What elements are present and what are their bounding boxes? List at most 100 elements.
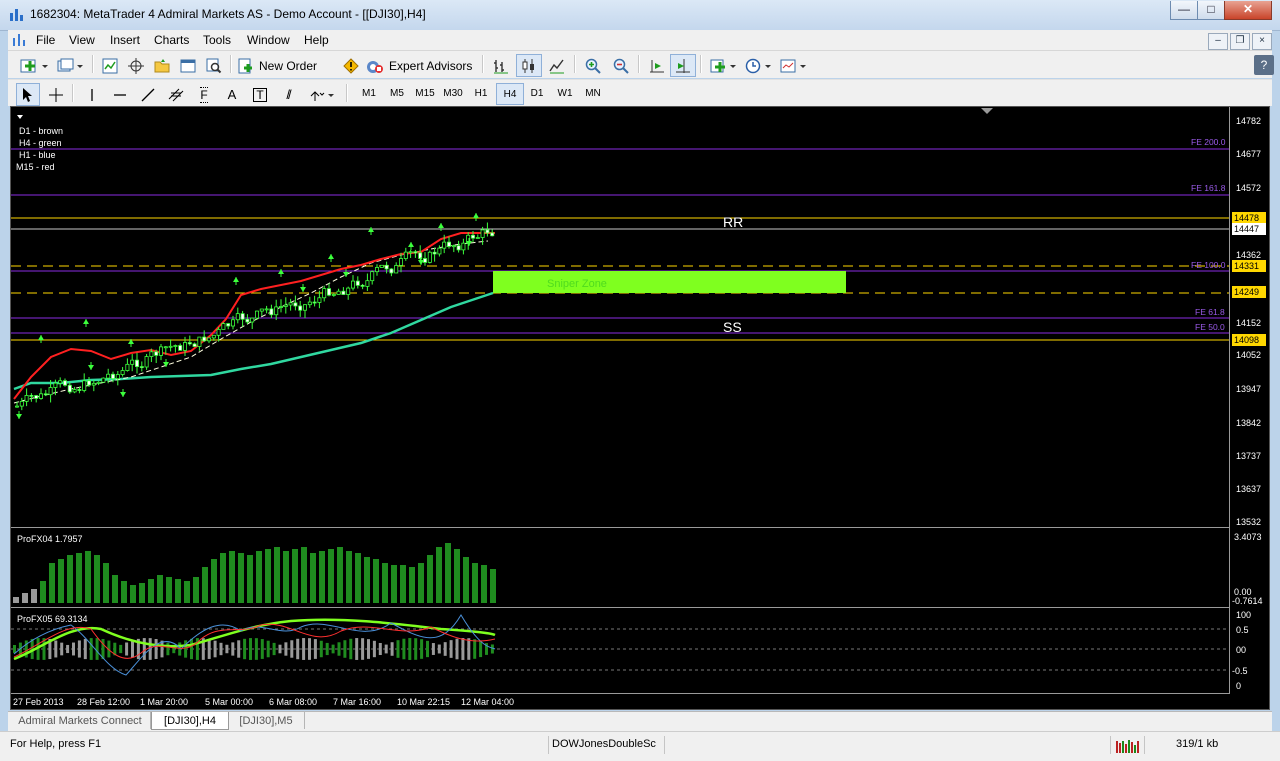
arrows-icon [310,90,334,101]
navigator-button[interactable] [150,54,174,77]
zoom-in-button[interactable] [580,54,606,77]
expert-advisors-button[interactable]: Expert Advisors [364,54,478,77]
timeframe-h1[interactable]: H1 [468,83,494,103]
new-chart-button[interactable] [16,54,54,77]
new-order-button[interactable]: New Order [236,54,338,77]
candlestick-series [15,213,495,419]
vertical-line-button[interactable] [80,83,104,106]
periods-button[interactable] [742,54,776,77]
profx05-indicator-pane[interactable]: ProFX05 69.3134 [11,609,1229,694]
profx05-canvas[interactable]: ProFX05 69.3134 [11,609,1229,694]
price-axis[interactable]: 14782 14677 14572 14362 14152 14052 13947 13842… [1229,107,1270,694]
profx04-indicator-pane[interactable]: ProFX04 1.7957 [11,529,1229,608]
timeframe-mn[interactable]: MN [580,83,606,103]
connection-status-icon[interactable] [1116,739,1140,753]
svg-text:0.5: 0.5 [1236,625,1249,635]
sniper-zone-label: Sniper Zone [547,278,607,290]
menu-help[interactable]: Help [304,33,329,47]
mdi-restore-button[interactable]: ❐ [1230,33,1250,50]
title-bar[interactable]: 1682304: MetaTrader 4 Admiral Markets AS… [0,0,1280,31]
strategy-tester-button[interactable] [202,54,226,77]
tab-dji30-h4[interactable]: [DJI30],H4 [151,712,229,730]
menu-tools[interactable]: Tools [203,33,231,47]
navigator-folder-icon [154,58,170,72]
crosshair-icon [49,87,63,102]
help-button[interactable]: ? [1254,55,1274,75]
price-chart-pane[interactable]: Sniper Zone RR SS FE 200.0 FE 161.8 FE 1… [11,107,1229,528]
profx04-canvas[interactable]: ProFX04 1.7957 [11,529,1229,608]
svg-text:-0.7614: -0.7614 [1232,596,1263,606]
sniper-zone-box[interactable] [493,271,846,293]
market-watch-button[interactable] [98,54,122,77]
menu-window[interactable]: Window [247,33,290,47]
profiles-button[interactable] [54,54,88,77]
svg-text:-0.5: -0.5 [1232,666,1248,676]
price-tick-label: 13947 [1236,384,1261,394]
time-label: 10 Mar 22:15 [397,697,450,707]
market-watch-icon [102,58,118,73]
timeframe-w1[interactable]: W1 [552,83,578,103]
bar-chart-button[interactable] [488,54,514,77]
mdi-close-button[interactable]: × [1252,33,1272,50]
expert-advisors-label: Expert Advisors [389,58,473,73]
autoscroll-button[interactable] [644,54,670,77]
status-help-text: For Help, press F1 [10,738,102,750]
trendline-button[interactable] [136,83,160,106]
status-profile[interactable]: DOWJonesDoubleSc [552,738,662,750]
profx04-scale: 3.4073 0.00 -0.7614 [1232,532,1263,606]
arrows-dropdown-button[interactable] [304,83,340,106]
maximize-button[interactable]: □ [1197,1,1225,20]
vertical-line-icon [91,88,93,101]
text-label-label: T [253,87,267,102]
terminal-button[interactable] [176,54,200,77]
chart-shift-button[interactable] [670,54,696,77]
tab-dji30-m5[interactable]: [DJI30],M5 [228,712,305,729]
price-tick-label: 14677 [1236,149,1261,159]
metaeditor-button[interactable] [338,54,364,77]
line-chart-button[interactable] [544,54,570,77]
menu-insert[interactable]: Insert [110,33,140,47]
text-tool-button[interactable]: A [220,83,244,106]
timeframe-m15[interactable]: M15 [412,83,438,103]
candlestick-chart-button[interactable] [516,54,542,77]
level-tag-14249: 14249 [1234,287,1259,297]
indicators-button[interactable] [706,54,742,77]
timeframe-d1[interactable]: D1 [524,83,550,103]
menu-charts[interactable]: Charts [154,33,189,47]
price-tick-label: 14572 [1236,183,1261,193]
level-tag-14098: 14098 [1234,335,1259,345]
cursor-tool-button[interactable] [16,83,40,106]
timeframe-h4[interactable]: H4 [496,83,524,105]
time-axis[interactable]: 27 Feb 2013 28 Feb 12:00 1 Mar 20:00 5 M… [11,694,1269,710]
mdi-minimize-button[interactable]: – [1208,33,1228,50]
timeframe-m30[interactable]: M30 [440,83,466,103]
mdi-controls: – ❐ × [1206,32,1272,50]
tab-admiral-markets-connect[interactable]: Admiral Markets Connect [10,712,151,729]
andrews-pitchfork-button[interactable]: // [276,83,300,106]
legend-d1: D1 - brown [19,126,63,136]
pitchfork-label: // [286,87,291,102]
time-label: 5 Mar 00:00 [205,697,253,707]
ss-label: SS [723,319,742,335]
chart-window[interactable]: Sniper Zone RR SS FE 200.0 FE 161.8 FE 1… [10,106,1270,710]
time-label: 6 Mar 08:00 [269,697,317,707]
timeframe-m1[interactable]: M1 [356,83,382,103]
horizontal-line-button[interactable] [108,83,132,106]
data-window-button[interactable] [124,54,148,77]
price-chart-canvas[interactable]: Sniper Zone RR SS FE 200.0 FE 161.8 FE 1… [11,107,1229,528]
templates-button[interactable] [776,54,812,77]
equidistant-channel-button[interactable] [164,83,188,106]
close-button[interactable]: ✕ [1224,1,1272,20]
time-label: 1 Mar 20:00 [140,697,188,707]
timeframe-m5[interactable]: M5 [384,83,410,103]
time-label: 12 Mar 04:00 [461,697,514,707]
fibonacci-button[interactable]: F [192,83,216,106]
menu-view[interactable]: View [69,33,95,47]
zoom-out-button[interactable] [608,54,634,77]
expert-advisors-icon [367,60,383,73]
crosshair-tool-button[interactable] [44,83,68,106]
text-label-button[interactable]: T [248,83,272,106]
svg-text:0: 0 [1236,681,1241,691]
menu-file[interactable]: File [36,33,55,47]
minimize-button[interactable]: — [1170,1,1198,20]
